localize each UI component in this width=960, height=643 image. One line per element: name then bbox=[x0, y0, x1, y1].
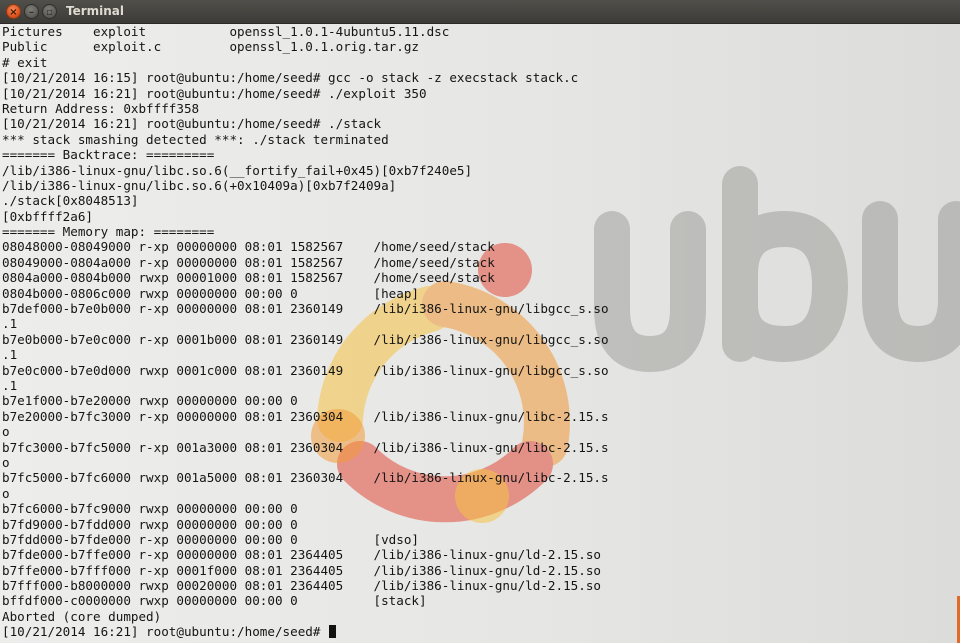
terminal-line: .1 bbox=[2, 377, 18, 393]
prompt-line[interactable]: [10/21/2014 16:21] root@ubuntu:/home/see… bbox=[2, 624, 609, 639]
terminal-line: b7fd9000-b7fdd000 rwxp 00000000 00:00 0 bbox=[2, 516, 298, 532]
maximize-button[interactable]: ▫ bbox=[42, 4, 57, 19]
terminal-line: [10/21/2014 16:15] root@ubuntu:/home/see… bbox=[2, 70, 579, 86]
terminal-line: b7fc3000-b7fc5000 r-xp 001a3000 08:01 23… bbox=[2, 439, 609, 455]
terminal-line: *** stack smashing detected ***: ./stack… bbox=[2, 131, 389, 147]
terminal-line: b7e1f000-b7e20000 rwxp 00000000 00:00 0 bbox=[2, 393, 298, 409]
terminal-line: b7e0b000-b7e0c000 r-xp 0001b000 08:01 23… bbox=[2, 331, 609, 347]
terminal-line: /lib/i386-linux-gnu/libc.so.6(__fortify_… bbox=[2, 162, 473, 178]
terminal-line: 08048000-08049000 r-xp 00000000 08:01 15… bbox=[2, 239, 495, 255]
shell-prompt: [10/21/2014 16:21] root@ubuntu:/home/see… bbox=[2, 624, 321, 640]
terminal-output: Pictures exploit openssl_1.0.1-4ubuntu5.… bbox=[2, 24, 609, 640]
terminal-line: /lib/i386-linux-gnu/libc.so.6(+0x10409a)… bbox=[2, 177, 397, 193]
terminal-line: # exit bbox=[2, 54, 48, 70]
terminal-line: b7e20000-b7fc3000 r-xp 00000000 08:01 23… bbox=[2, 408, 609, 424]
terminal-line: Return Address: 0xbffff358 bbox=[2, 100, 200, 116]
terminal-line: 0804b000-0806c000 rwxp 00000000 00:00 0 … bbox=[2, 285, 420, 301]
close-icon: × bbox=[9, 7, 18, 18]
minimize-button[interactable]: – bbox=[24, 4, 39, 19]
terminal-line: b7fff000-b8000000 rwxp 00020000 08:01 23… bbox=[2, 578, 601, 594]
terminal-line: b7fdd000-b7fde000 r-xp 00000000 00:00 0 … bbox=[2, 531, 420, 547]
terminal-line: ./stack[0x8048513] bbox=[2, 193, 139, 209]
terminal-line: .1 bbox=[2, 316, 18, 332]
close-button[interactable]: × bbox=[6, 4, 21, 19]
terminal-line: b7def000-b7e0b000 r-xp 00000000 08:01 23… bbox=[2, 301, 609, 317]
terminal-line: b7fc5000-b7fc6000 rwxp 001a5000 08:01 23… bbox=[2, 470, 609, 486]
maximize-icon: ▫ bbox=[46, 7, 53, 18]
terminal-window: × – ▫ Terminal Pictures exploit openssl_… bbox=[0, 0, 960, 643]
terminal-line: [10/21/2014 16:21] root@ubuntu:/home/see… bbox=[2, 116, 382, 132]
text-cursor bbox=[329, 625, 337, 639]
terminal-line: b7e0c000-b7e0d000 rwxp 0001c000 08:01 23… bbox=[2, 362, 609, 378]
terminal-line: [10/21/2014 16:21] root@ubuntu:/home/see… bbox=[2, 85, 427, 101]
terminal-line: 08049000-0804a000 r-xp 00000000 08:01 15… bbox=[2, 254, 495, 270]
terminal-line: Aborted (core dumped) bbox=[2, 608, 162, 624]
terminal-line: [0xbffff2a6] bbox=[2, 208, 93, 224]
title-bar[interactable]: × – ▫ Terminal bbox=[0, 0, 960, 24]
terminal-line: b7fc6000-b7fc9000 rwxp 00000000 00:00 0 bbox=[2, 501, 298, 517]
window-title: Terminal bbox=[66, 4, 125, 18]
terminal-line: b7fde000-b7ffe000 r-xp 00000000 08:01 23… bbox=[2, 547, 601, 563]
terminal-line: 0804a000-0804b000 rwxp 00001000 08:01 15… bbox=[2, 270, 495, 286]
minimize-icon: – bbox=[29, 7, 34, 18]
terminal-line: ======= Memory map: ======== bbox=[2, 224, 215, 240]
terminal-line: Pictures exploit openssl_1.0.1-4ubuntu5.… bbox=[2, 24, 450, 39]
terminal-line: ======= Backtrace: ========= bbox=[2, 147, 215, 163]
terminal-area[interactable]: Pictures exploit openssl_1.0.1-4ubuntu5.… bbox=[0, 24, 960, 643]
terminal-line: o bbox=[2, 454, 10, 470]
terminal-line: o bbox=[2, 424, 10, 440]
terminal-line: Public exploit.c openssl_1.0.1.orig.tar.… bbox=[2, 39, 420, 55]
terminal-line: bffdf000-c0000000 rwxp 00000000 00:00 0 … bbox=[2, 593, 427, 609]
terminal-line: .1 bbox=[2, 347, 18, 363]
terminal-line: b7ffe000-b7fff000 r-xp 0001f000 08:01 23… bbox=[2, 562, 601, 578]
terminal-line: o bbox=[2, 485, 10, 501]
